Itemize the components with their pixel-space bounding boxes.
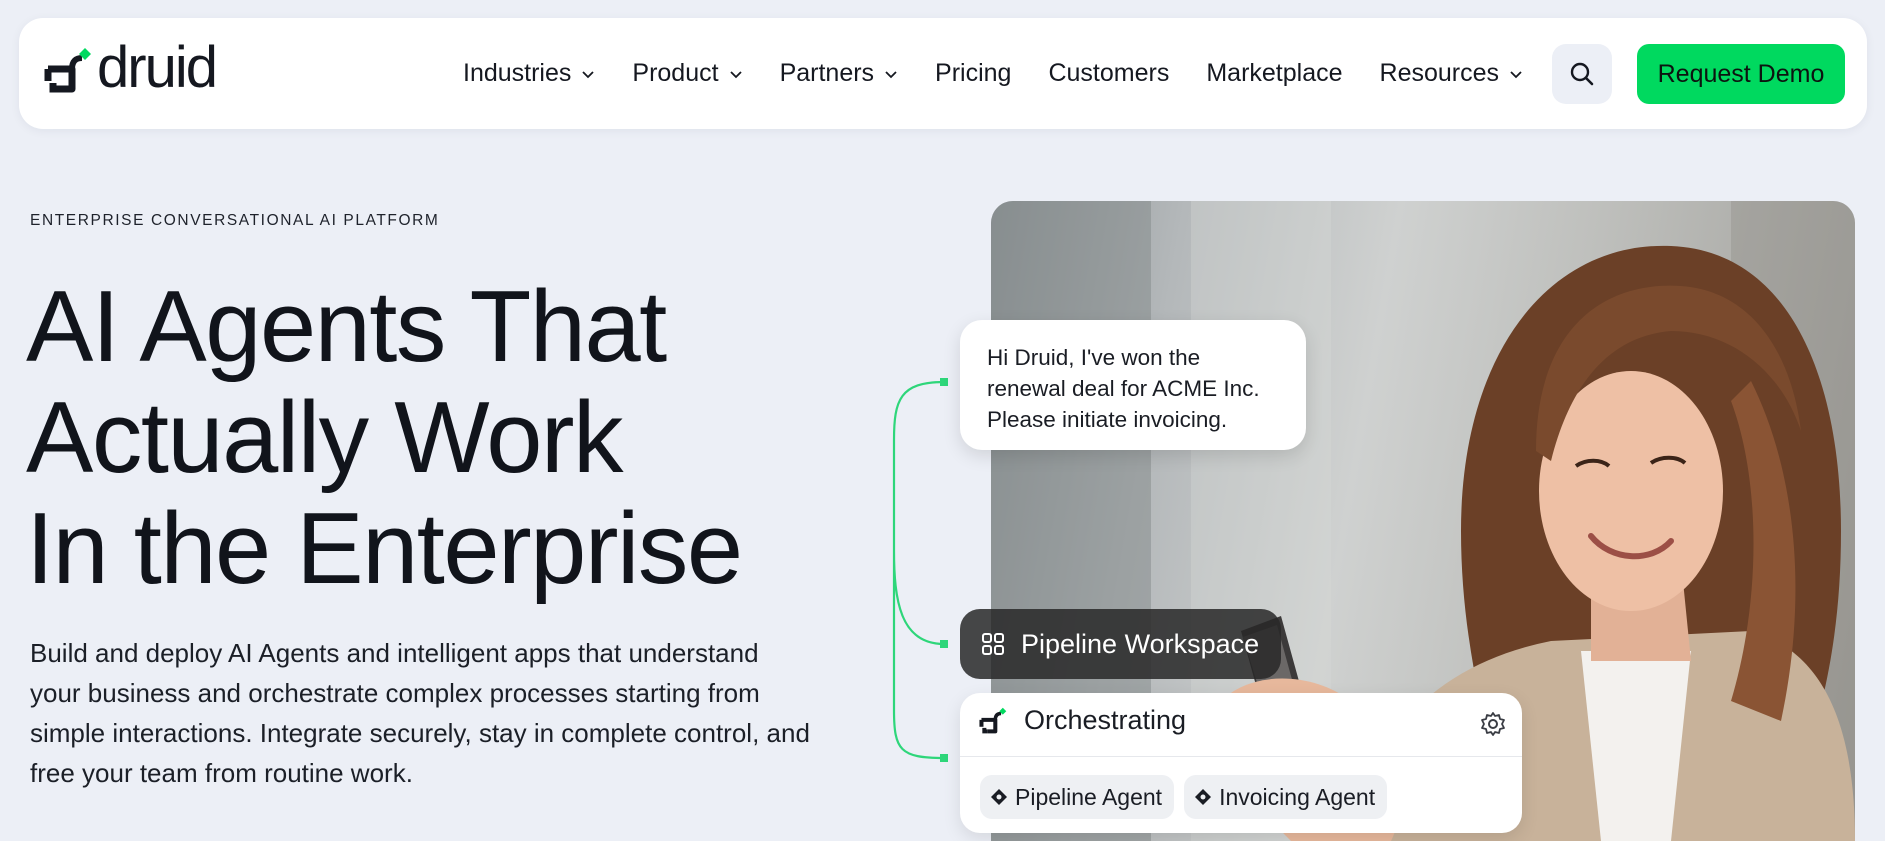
hero-title-line: Actually Work [26, 382, 624, 494]
chevron-down-icon [885, 70, 897, 78]
chevron-down-icon [729, 70, 742, 78]
main-menu: Industries Product Partners Pricing Cust… [463, 18, 1523, 129]
agent-diamond-icon [991, 789, 1007, 805]
agent-chip-pipeline: Pipeline Agent [980, 775, 1175, 819]
nav-item-pricing[interactable]: Pricing [935, 59, 1011, 88]
grid-icon [982, 633, 1004, 655]
nav-item-label: Marketplace [1206, 59, 1343, 87]
gear-icon[interactable] [1480, 711, 1506, 737]
orchestration-label: Orchestrating [1024, 705, 1187, 735]
nav-item-industries[interactable]: Industries [463, 59, 595, 88]
nav-item-label: Product [632, 59, 719, 87]
nav-item-product[interactable]: Product [632, 59, 742, 88]
nav-item-resources[interactable]: Resources [1380, 59, 1524, 88]
hero-title-line: AI Agents That [26, 271, 667, 383]
nav-item-label: Industries [463, 59, 572, 87]
chevron-down-icon [582, 70, 595, 78]
hero-description: Build and deploy AI Agents and intellige… [30, 638, 810, 788]
nav-item-label: Partners [779, 59, 875, 87]
agent-chip-label: Invoicing Agent [1219, 783, 1376, 810]
logo-wordmark: druid [97, 35, 218, 100]
druid-logo-mark-icon [979, 707, 1007, 733]
agent-chip-label: Pipeline Agent [1015, 783, 1163, 810]
pipeline-workspace-pill: Pipeline Workspace [960, 609, 1281, 679]
druid-logo-mark-icon [44, 48, 91, 93]
search-icon [1570, 62, 1594, 86]
agent-diamond-icon [1195, 789, 1212, 805]
flow-connector-line [892, 378, 948, 762]
druid-logo[interactable]: druid [42, 39, 218, 97]
nav-item-label: Pricing [935, 59, 1012, 87]
hero-eyebrow: ENTERPRISE CONVERSATIONAL AI PLATFORM [30, 212, 440, 229]
top-navbar: druid Industries Product Partners Pricin… [19, 18, 1867, 129]
chevron-down-icon [1510, 70, 1522, 78]
hero-title: AI Agents That Actually Work In the Ente… [26, 271, 743, 605]
chat-message-line: Please initiate invoicing. [987, 407, 1228, 432]
hero-title-line: In the Enterprise [26, 493, 743, 605]
orchestration-header: Orchestrating [978, 705, 1186, 736]
search-button[interactable] [1552, 44, 1612, 104]
workspace-label: Pipeline Workspace [1021, 628, 1260, 659]
agent-chip-list: Pipeline Agent Invoicing Agent [980, 775, 1397, 819]
nav-item-partners[interactable]: Partners [780, 59, 898, 88]
nav-item-label: Customers [1048, 59, 1170, 87]
agent-chip-invoicing: Invoicing Agent [1184, 775, 1388, 819]
nav-item-marketplace[interactable]: Marketplace [1206, 59, 1342, 88]
chat-message-line: renewal deal for ACME Inc. [987, 376, 1260, 401]
nav-item-label: Resources [1379, 59, 1500, 87]
request-demo-button[interactable]: Request Demo [1637, 44, 1845, 104]
divider [960, 756, 1522, 757]
orchestration-card: Orchestrating Pipeline Agent Invoicing A… [960, 693, 1522, 833]
nav-item-customers[interactable]: Customers [1048, 59, 1169, 88]
chat-message-line: Hi Druid, I've won the [987, 345, 1201, 370]
chat-message-bubble: Hi Druid, I've won the renewal deal for … [960, 320, 1306, 450]
